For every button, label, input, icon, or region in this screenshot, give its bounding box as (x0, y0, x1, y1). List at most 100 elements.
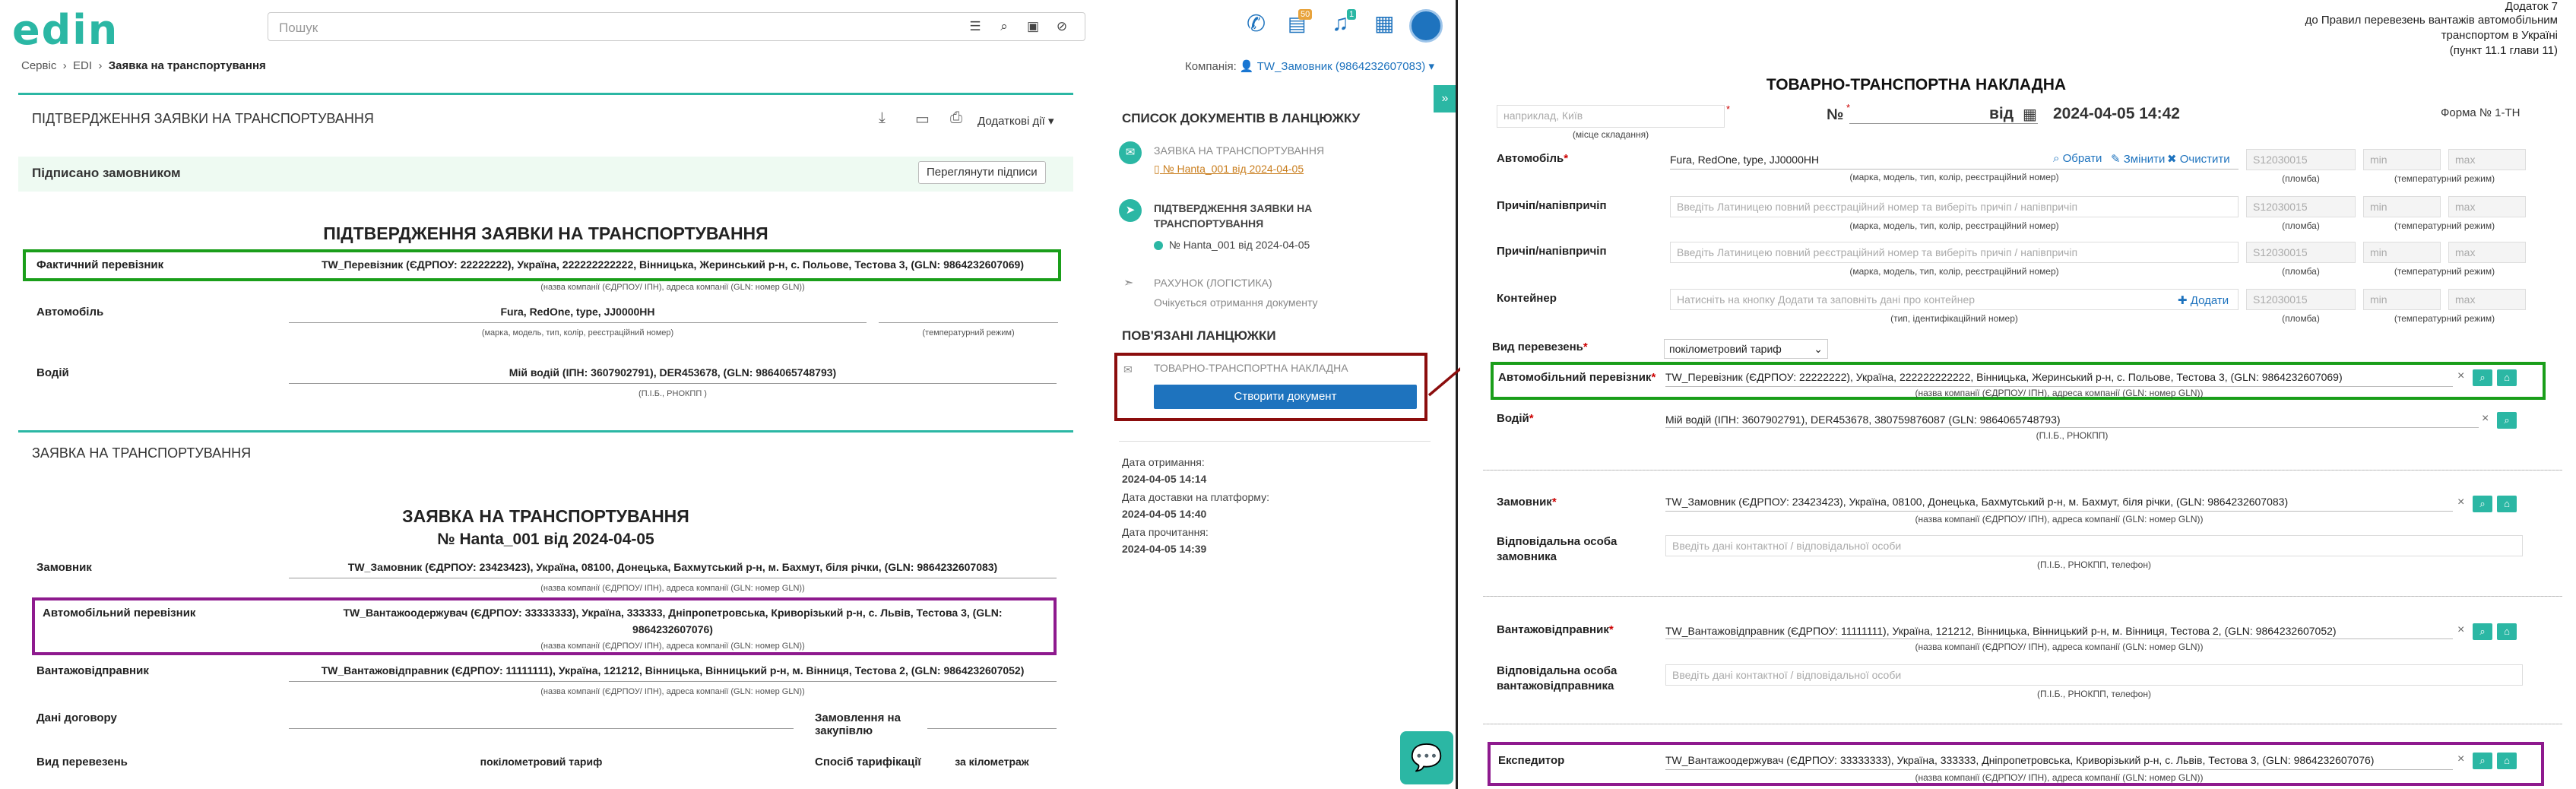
search-icon[interactable]: ⌕ (2473, 753, 2492, 769)
temp-hint: (температурний режим) (2394, 313, 2495, 324)
temp-min-input[interactable]: min (2363, 289, 2441, 310)
seal-input[interactable]: S12030015 (2246, 196, 2356, 217)
container-add-link[interactable]: ✚ Додати (2178, 293, 2229, 307)
home-icon[interactable]: ⌂ (2497, 369, 2517, 386)
clear-icon[interactable]: × (2457, 496, 2464, 509)
ttn-title: ТОВАРНО-ТРАНСПОРТНА НАКЛАДНА (1766, 76, 2067, 93)
temp-min-input[interactable]: min (2363, 242, 2441, 263)
auto-carrier-label: Автомобільний перевізник* (1498, 371, 1656, 384)
resp-shipper-label-2: вантажовідправника (1497, 680, 1614, 692)
temp-max-input[interactable]: max (2448, 196, 2526, 217)
clear-icon[interactable]: × (2457, 623, 2464, 637)
resp-shipper-label-1: Відповідальна особа (1497, 664, 1618, 677)
shipper-value: TW_Вантажовідправник (ЄДРПОУ: 11111111),… (1665, 625, 2337, 637)
trailer-1-hint: (марка, модель, тип, колір, реєстраційни… (1849, 220, 2059, 231)
temp-max-input[interactable]: max (2448, 149, 2526, 170)
section-separator (1483, 470, 2562, 471)
trailer-1-input[interactable]: Введіть Латиницею повний реєстраційний н… (1670, 196, 2239, 217)
search-icon[interactable]: ⌕ (2473, 496, 2492, 512)
resp-customer-input[interactable]: Введіть дані контактної / відповідальної… (1665, 535, 2523, 556)
home-icon[interactable]: ⌂ (2497, 753, 2517, 769)
form-number: Форма № 1-ТН (2441, 106, 2521, 119)
number-label: № (1827, 106, 1844, 123)
calendar-icon[interactable]: ▦ (2023, 105, 2037, 124)
customer-value: TW_Замовник (ЄДРПОУ: 23423423), Україна,… (1665, 496, 2289, 508)
clear-icon[interactable]: × (2457, 753, 2464, 766)
seal-input[interactable]: S12030015 (2246, 149, 2356, 170)
forwarder-value: TW_Вантажоодержувач (ЄДРПОУ: 33333333), … (1665, 754, 2375, 766)
customer-hint: (назва компанії (ЄДРПОУ/ ІПН), адреса ко… (1915, 514, 2204, 524)
container-hint: (тип, ідентифікаційний номер) (1890, 313, 2018, 324)
underline (1665, 427, 2479, 428)
underline (1665, 638, 2453, 639)
temp-hint: (температурний режим) (2394, 266, 2495, 277)
place-hint: (місце складання) (1572, 129, 1649, 140)
trailer-1-label: Причіп/напівпричіп (1497, 199, 1607, 212)
clear-icon[interactable]: × (2457, 369, 2464, 383)
auto-carrier-value: TW_Перевізник (ЄДРПОУ: 22222222), Україн… (1665, 371, 2343, 383)
driver-label: Водій* (1497, 412, 1534, 425)
temp-hint: (температурний режим) (2394, 173, 2495, 184)
underline (1670, 169, 2239, 170)
appendix-line-1: Додаток 7 (2505, 0, 2558, 13)
container-input[interactable]: Натисніть на кнопку Додати та заповніть … (1670, 289, 2239, 310)
seal-hint: (пломба) (2282, 173, 2320, 184)
home-icon[interactable]: ⌂ (2497, 623, 2517, 640)
shipper-hint: (назва компанії (ЄДРПОУ/ ІПН), адреса ко… (1915, 642, 2204, 652)
date-value[interactable]: 2024-04-05 14:42 (2053, 105, 2180, 123)
container-label: Контейнер (1497, 292, 1557, 305)
transport-type-label: Вид перевезень* (1492, 341, 1588, 353)
seal-hint: (пломба) (2282, 220, 2320, 231)
trailer-2-label: Причіп/напівпричіп (1497, 245, 1607, 258)
temp-hint: (температурний режим) (2394, 220, 2495, 231)
date-label: від (1989, 105, 2014, 122)
resp-shipper-input[interactable]: Введіть дані контактної / відповідальної… (1665, 664, 2523, 686)
temp-max-input[interactable]: max (2448, 242, 2526, 263)
resp-customer-label-1: Відповідальна особа (1497, 535, 1618, 548)
seal-input[interactable]: S12030015 (2246, 242, 2356, 263)
customer-label: Замовник* (1497, 496, 1557, 509)
choose-link[interactable]: ⌕ Обрати (2053, 152, 2102, 165)
ttn-form-screen: Додаток 7 до Правил перевезень вантажів … (1460, 0, 2576, 789)
appendix-line-4: (пункт 11.1 глави 11) (2449, 44, 2558, 57)
appendix-line-2: до Правил перевезень вантажів автомобіль… (2305, 14, 2558, 27)
auto-carrier-hint: (назва компанії (ЄДРПОУ/ ІПН), адреса ко… (1915, 388, 2204, 398)
car-value: Fura, RedOne, type, JJ0000HH (1670, 154, 1820, 166)
home-icon[interactable]: ⌂ (2497, 496, 2517, 512)
driver-hint: (П.І.Б., РНОКПП) (2036, 430, 2109, 441)
shipper-label: Вантажовідправник* (1497, 623, 1614, 636)
temp-max-input[interactable]: max (2448, 289, 2526, 310)
seal-hint: (пломба) (2282, 266, 2320, 277)
trailer-2-input[interactable]: Введіть Латиницею повний реєстраційний н… (1670, 242, 2239, 263)
required-mark: * (1846, 102, 1851, 113)
search-icon[interactable]: ⌕ (2497, 412, 2517, 429)
underline (1665, 386, 2453, 387)
clear-link[interactable]: ✖ Очистити (2167, 152, 2230, 166)
change-link[interactable]: ✎ Змінити (2111, 152, 2165, 166)
temp-min-input[interactable]: min (2363, 149, 2441, 170)
resp-customer-label-2: замовника (1497, 550, 1557, 563)
trailer-2-hint: (марка, модель, тип, колір, реєстраційни… (1849, 266, 2059, 277)
seal-input[interactable]: S12030015 (2246, 289, 2356, 310)
underline (1665, 511, 2453, 512)
chevron-down-icon: ⌄ (1814, 343, 1823, 355)
appendix-line-3: транспортом в Україні (2441, 29, 2558, 42)
forwarder-label: Експедитор (1498, 754, 1565, 767)
transport-type-select[interactable]: покілометровий тариф ⌄ (1664, 339, 1828, 359)
driver-value: Мій водій (ІПН: 3607902791), DER453678, … (1665, 414, 2061, 426)
search-icon[interactable]: ⌕ (2473, 623, 2492, 640)
seal-hint: (пломба) (2282, 313, 2320, 324)
section-separator (1483, 596, 2562, 597)
required-mark: * (1726, 103, 1731, 115)
forwarder-hint: (назва компанії (ЄДРПОУ/ ІПН), адреса ко… (1915, 772, 2204, 783)
clear-icon[interactable]: × (2482, 412, 2489, 426)
temp-min-input[interactable]: min (2363, 196, 2441, 217)
number-input[interactable] (1849, 123, 2038, 124)
resp-shipper-hint: (П.І.Б., РНОКПП, телефон) (2037, 689, 2151, 699)
car-hint: (марка, модель, тип, колір, реєстраційни… (1849, 172, 2059, 182)
car-label: Автомобіль* (1497, 152, 1569, 165)
place-input[interactable]: наприклад, Київ (1497, 105, 1725, 128)
search-icon[interactable]: ⌕ (2473, 369, 2492, 386)
resp-customer-hint: (П.І.Б., РНОКПП, телефон) (2037, 559, 2151, 570)
underline (1665, 769, 2453, 770)
